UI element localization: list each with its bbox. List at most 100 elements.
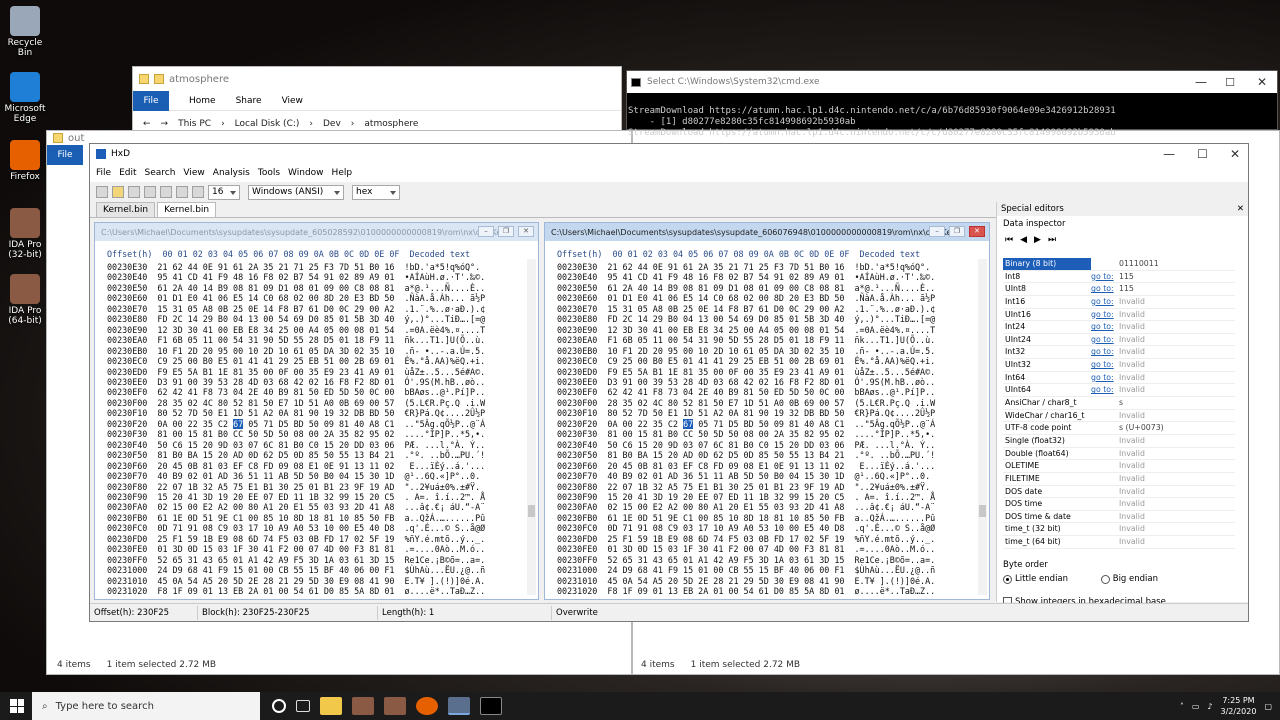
hex-row[interactable]: 00230E80 FD 2C 14 29 B0 04 13 00 54 69 D… [107,314,485,324]
inspector-row[interactable]: Int64 go to: Invalid [1003,372,1235,385]
hex-row[interactable]: 00230E40 95 41 CD 41 F9 48 16 F8 02 B7 5… [107,272,485,282]
hex-row[interactable]: 00230F80 22 07 1B 32 A5 75 E1 B1 30 25 0… [557,482,935,492]
hex-row[interactable]: 00230F90 15 20 41 3D 19 20 EE 07 ED 11 1… [107,492,485,502]
menu-view[interactable]: View [183,168,204,178]
hex-row[interactable]: 00230F60 20 45 0B 81 03 EF C8 FD 09 08 E… [107,461,485,471]
goto-link[interactable]: go to: [1091,346,1115,358]
inspector-row[interactable]: UInt24 go to: Invalid [1003,334,1235,347]
ribbon-tab-view[interactable]: View [282,96,303,106]
cmd-taskbar-icon[interactable] [480,697,502,715]
data-inspector-tab[interactable]: Data inspector [997,216,1248,232]
maximize-icon[interactable]: ☐ [1225,76,1235,89]
hex-row[interactable]: 00230F10 80 52 7D 50 E1 1D 51 A2 0A 81 9… [107,408,485,418]
hex-row[interactable]: 00230F40 50 C6 15 20 9D 03 07 6C 81 B0 C… [107,440,485,450]
ribbon-tab-file[interactable]: File [133,90,169,111]
notifications-icon[interactable]: ▢ [1264,702,1272,711]
scrollbar[interactable] [978,259,987,595]
hex-row[interactable]: 00231000 24 D9 68 41 F9 15 01 00 CB 55 1… [107,565,485,575]
minimize-icon[interactable]: — [1163,147,1175,161]
goto-link[interactable]: go to: [1091,334,1115,346]
hex-row[interactable]: 00230FA0 02 15 00 E2 A2 00 80 A1 20 E1 5… [557,502,935,512]
inspector-row[interactable]: OLETIME Invalid [1003,460,1235,473]
next-icon[interactable]: ▶ [1034,235,1041,245]
ida64-taskbar-icon[interactable] [384,697,406,715]
hex-pane-right[interactable]: C:\Users\Michael\Documents\sysupdates\sy… [544,222,990,600]
hex-row[interactable]: 00231010 45 0A 54 A5 20 5D 2E 28 21 29 5… [557,576,935,586]
hex-row[interactable]: 00230F60 20 45 0B 81 03 EF C8 FD 09 08 E… [557,461,935,471]
hex-row[interactable]: 00230F20 0A 00 22 35 C2 67 05 71 D5 BD 5… [557,418,935,429]
close-icon[interactable]: ✕ [1230,147,1240,161]
goto-link[interactable]: go to: [1091,296,1115,308]
hex-row[interactable]: 00230E90 12 3D 30 41 00 EB E8 34 25 00 A… [557,325,935,335]
hex-row[interactable]: 00230F50 81 B0 BA 15 20 AD 0D 62 D5 0D 8… [107,450,485,460]
back-arrow-icon[interactable]: ← [143,119,151,129]
desktop-icon[interactable]: Recycle Bin [4,6,46,58]
menu-tools[interactable]: Tools [258,168,280,178]
breadcrumb-dev[interactable]: Dev [323,119,341,129]
volume-icon[interactable]: ♪ [1207,702,1212,711]
hex-row[interactable]: 00230E60 01 D1 E0 41 06 E5 14 C0 68 02 0… [557,293,935,303]
restore-icon[interactable]: ❐ [949,226,965,237]
hex-row[interactable]: 00230F70 40 B9 02 01 AD 36 51 11 AB 5D 5… [557,471,935,481]
close-icon[interactable]: ✕ [1237,204,1244,214]
hex-row[interactable]: 00230E50 61 2A 40 14 B9 08 81 09 D1 08 0… [557,283,935,293]
goto-link[interactable]: go to: [1091,283,1115,295]
hex-row[interactable]: 00230F30 81 00 15 81 B0 CC 50 5D 50 08 0… [107,429,485,439]
desktop-icon[interactable]: IDA Pro (32-bit) [4,208,46,260]
breadcrumb-local-disk[interactable]: Local Disk (C:) [235,119,300,129]
goto-link[interactable]: go to: [1091,359,1115,371]
inspector-row[interactable]: time_t (64 bit) Invalid [1003,536,1235,549]
hex-row[interactable]: 00230FF0 52 65 31 43 65 01 A1 42 A9 F5 3… [557,555,935,565]
windows-start-icon[interactable] [10,699,24,713]
maximize-icon[interactable]: ☐ [1197,147,1208,161]
hex-row[interactable]: 00230E70 15 31 05 A8 0B 25 0E 14 F8 B7 6… [107,304,485,314]
hex-row[interactable]: 00230E80 FD 2C 14 29 B0 04 13 00 54 69 D… [557,314,935,324]
list-icon[interactable] [192,186,204,198]
cortana-icon[interactable] [272,699,286,713]
tab-kernel-bin-2[interactable]: Kernel.bin [157,202,217,217]
hex-row[interactable]: 00230EE0 D3 91 00 39 53 28 4D 03 68 42 0… [557,377,935,387]
first-icon[interactable]: ⏮ [1005,235,1013,245]
open-file-icon[interactable] [112,186,124,198]
ribbon-tab-file[interactable]: File [47,145,83,165]
inspector-row[interactable]: Int8 go to: 115 [1003,271,1235,284]
hex-row[interactable]: 00230EF0 62 42 41 F8 73 04 2E 40 B9 81 5… [107,387,485,397]
inspector-row[interactable]: UTF-8 code point s (U+0073) [1003,422,1235,435]
hex-row[interactable]: 00230EE0 D3 91 00 39 53 28 4D 03 68 42 0… [107,377,485,387]
hex-row[interactable]: 00230ED0 F9 E5 5A B1 1E 81 35 00 0F 00 3… [557,367,935,377]
hex-row[interactable]: 00231020 F8 1F 09 01 13 EB 2A 01 00 54 6… [107,586,485,596]
hex-row[interactable]: 00230F30 81 00 15 81 B0 CC 50 5D 50 08 0… [557,429,935,439]
hex-row[interactable]: 00230FB0 61 1E 0D 51 9E C1 00 85 10 8D 1… [557,513,935,523]
display-mode-select[interactable]: hex [352,184,400,200]
inspector-row[interactable]: DOS time & date Invalid [1003,511,1235,524]
hex-row[interactable]: 00230FB0 61 1E 0D 51 9E C1 00 85 10 8D 1… [107,513,485,523]
hex-row[interactable]: 00230F00 28 35 02 4C 80 52 81 50 E7 1D 5… [557,398,935,408]
charset-select[interactable]: Windows (ANSI) [248,184,344,200]
hex-row[interactable]: 00230F90 15 20 41 3D 19 20 EE 07 ED 11 1… [557,492,935,502]
properties-icon[interactable] [176,186,188,198]
inspector-row[interactable]: UInt16 go to: Invalid [1003,309,1235,322]
clock[interactable]: 7:25 PM 3/2/2020 [1221,695,1257,717]
hex-rows[interactable]: 00230E30 21 62 44 0E 91 61 2A 35 21 71 2… [107,262,485,597]
hex-row[interactable]: 00230FF0 52 65 31 43 65 01 A1 42 A9 F5 3… [107,555,485,565]
ribbon-tab-share[interactable]: Share [236,96,262,106]
hex-row[interactable]: 00230EB0 10 F1 2D 20 95 00 10 2D 10 61 0… [557,346,935,356]
file-explorer-taskbar-icon[interactable] [320,697,342,715]
restore-icon[interactable]: ❐ [498,226,514,237]
ida-taskbar-icon[interactable] [352,697,374,715]
ribbon-tab-home[interactable]: Home [189,96,216,106]
inspector-row[interactable]: WideChar / char16_t Invalid [1003,410,1235,423]
big-endian-radio[interactable]: Big endian [1100,574,1158,584]
hxd-window[interactable]: HxD — ☐ ✕ File Edit Search View Analysis Tool… [89,143,1249,622]
hex-row[interactable]: 00230FD0 25 F1 59 1B E9 08 6D 74 F5 03 0… [557,534,935,544]
hxd-taskbar-icon[interactable] [448,697,470,715]
inspector-row[interactable]: AnsiChar / char8_t s [1003,397,1235,410]
hex-row[interactable]: 00230E40 95 41 CD 41 F9 48 16 F8 02 B7 5… [557,272,935,282]
hex-row[interactable]: 00230EA0 F1 6B 05 11 00 54 31 90 5D 55 2… [107,335,485,345]
minimize-icon[interactable]: – [478,226,494,237]
hex-row[interactable]: 00230FE0 01 3D 0D 15 03 1F 30 41 F2 00 0… [107,544,485,554]
hex-row[interactable]: 00230E50 61 2A 40 14 B9 08 81 09 D1 08 0… [107,283,485,293]
hex-row[interactable]: 00230FC0 0D 71 91 08 C9 03 17 10 A9 A0 5… [557,523,935,533]
scrollbar[interactable] [527,259,536,595]
save-all-icon[interactable] [144,186,156,198]
